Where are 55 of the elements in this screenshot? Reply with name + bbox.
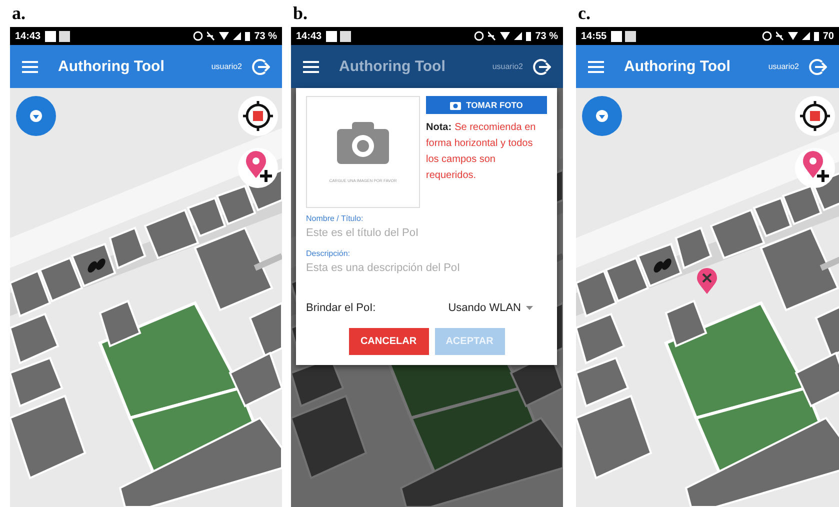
notification-icons: [44, 30, 71, 42]
app-title: Authoring Tool: [624, 58, 730, 75]
signal-icon: [233, 32, 242, 40]
add-pin-button[interactable]: [238, 148, 278, 188]
field-label: Nombre / Título:: [306, 214, 364, 223]
muted-bell-icon: [776, 31, 784, 41]
map-pin-icon: [697, 268, 717, 294]
battery-icon: [245, 32, 250, 40]
battery-level: 73 %: [254, 30, 277, 42]
alarm-icon: [193, 31, 204, 41]
wifi-icon: [219, 32, 230, 40]
muted-bell-icon: [207, 31, 216, 41]
cancel-button[interactable]: CANCELAR: [348, 328, 428, 355]
battery-icon: [814, 32, 819, 40]
username: usuario2: [768, 62, 799, 71]
take-photo-button[interactable]: TOMAR FOTO: [426, 96, 547, 114]
logout-icon[interactable]: [809, 58, 827, 76]
status-time: 14:43: [15, 30, 41, 42]
note-text: Nota: Se recomienda en forma horizontal y todos los campos son requeridos.: [426, 121, 537, 183]
add-pin-button[interactable]: [795, 148, 835, 188]
signal-icon: [802, 32, 810, 40]
figure-label: a.: [11, 2, 26, 25]
username: usuario2: [492, 62, 523, 71]
app-title: Authoring Tool: [339, 58, 446, 75]
figure-label: b.: [292, 2, 308, 25]
muted-bell-icon: [488, 31, 496, 41]
menu-icon[interactable]: [303, 60, 319, 72]
menu-icon[interactable]: [22, 60, 38, 72]
camera-icon: [337, 122, 389, 164]
location-button[interactable]: [16, 96, 56, 136]
wifi-icon: [788, 32, 798, 40]
alarm-icon: [762, 31, 772, 41]
status-time: 14:43: [296, 30, 322, 42]
logout-icon[interactable]: [533, 58, 551, 76]
battery-level: 70: [822, 30, 834, 42]
caret-icon: [526, 306, 533, 310]
wifi-icon: [500, 32, 510, 40]
logout-icon[interactable]: [252, 58, 270, 76]
target-button[interactable]: [795, 96, 835, 136]
notification-icons: [610, 30, 637, 42]
battery-icon: [526, 32, 532, 40]
camera-icon: [450, 100, 462, 110]
target-button[interactable]: [238, 96, 278, 136]
field-label: Descripción:: [306, 249, 352, 258]
figure-label: c.: [577, 2, 590, 25]
battery-level: 73 %: [535, 30, 558, 42]
location-button[interactable]: [582, 96, 622, 136]
app-title: Authoring Tool: [58, 58, 164, 75]
notification-icons: [326, 30, 352, 42]
status-time: 14:55: [581, 30, 607, 42]
alarm-icon: [474, 31, 484, 41]
username: usuario2: [211, 62, 242, 71]
signal-icon: [514, 32, 522, 40]
select-label: Brindar el PoI:: [306, 302, 376, 314]
menu-icon[interactable]: [588, 60, 604, 72]
